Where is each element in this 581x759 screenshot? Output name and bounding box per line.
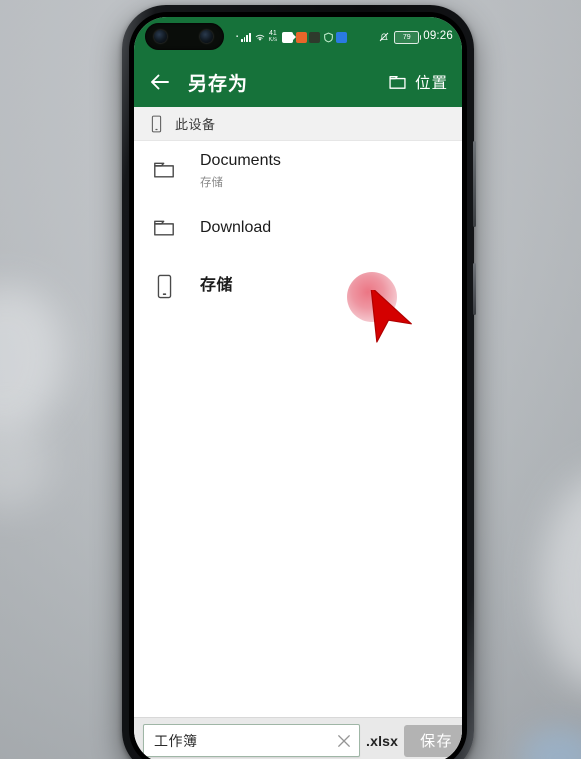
page-title: 另存为 [188, 73, 249, 95]
list-item-text: Documents 存储 [200, 151, 281, 190]
status-bar-clock: 09:26 [423, 30, 453, 43]
status-bar-right-group: 79 09:26 [378, 30, 453, 44]
volume-button[interactable] [473, 141, 476, 227]
save-bar: .xlsx 保存 [134, 717, 462, 759]
section-header-label: 此设备 [175, 117, 216, 132]
phone-device-frame: ▪ 41 K/s 79 09:26 另存为 位置 此设备 Documents 存… [122, 5, 476, 759]
dark-app-icon [309, 31, 321, 43]
front-camera-lens-right [200, 30, 213, 43]
notification-icons-group [282, 31, 348, 43]
list-item-download[interactable]: Download [134, 199, 462, 257]
scene-background: ▪ 41 K/s 79 09:26 另存为 位置 此设备 Documents 存… [0, 0, 581, 759]
section-header-this-device: 此设备 [134, 107, 462, 141]
background-blur-shape-right [540, 470, 581, 690]
save-button[interactable]: 保存 [404, 724, 462, 757]
folder-icon [150, 157, 178, 183]
status-bar-left-group: ▪ 41 K/s [236, 30, 348, 44]
list-item-title: Documents [200, 151, 281, 169]
background-blur-shape-left-2 [0, 420, 50, 510]
blue-app-icon [336, 31, 348, 43]
wifi-icon [255, 34, 264, 41]
location-button-label: 位置 [414, 75, 448, 92]
bell-muted-icon [379, 32, 389, 42]
list-item-storage[interactable]: 存储 [134, 257, 462, 315]
phone-screen: ▪ 41 K/s 79 09:26 另存为 位置 此设备 Documents 存… [134, 17, 462, 759]
power-button[interactable] [473, 263, 476, 315]
background-blur-shape-blue [520, 728, 581, 759]
list-item-subtitle: 存储 [200, 176, 223, 189]
shield-icon [323, 32, 334, 43]
background-blur-shape-left [0, 286, 64, 436]
sim-indicator-icon: ▪ [236, 34, 239, 40]
phone-icon [150, 274, 178, 299]
battery-indicator: 79 [394, 30, 422, 44]
cellular-signal-icon [241, 32, 251, 42]
front-camera-lens-left [154, 30, 167, 43]
folder-icon [150, 215, 178, 241]
list-item-title: Download [200, 219, 272, 236]
list-item-text: 存储 [200, 276, 233, 296]
location-button[interactable]: 位置 [387, 71, 448, 93]
close-x-icon[interactable] [335, 732, 353, 750]
video-camera-icon [282, 31, 297, 43]
file-extension-label: .xlsx [366, 732, 399, 749]
list-item-documents[interactable]: Documents 存储 [134, 141, 462, 199]
file-list: Documents 存储 Download 存储 [134, 141, 462, 315]
phone-icon [151, 115, 162, 132]
orange-app-icon [295, 31, 307, 43]
network-speed-indicator: 41 K/s [268, 30, 278, 43]
folder-icon [389, 75, 406, 89]
filename-input[interactable] [154, 732, 335, 749]
camera-cutout [145, 23, 224, 50]
filename-field[interactable] [143, 724, 360, 757]
list-item-text: Download [200, 218, 271, 238]
list-item-title: 存储 [200, 277, 234, 294]
back-arrow-icon[interactable] [148, 70, 172, 94]
app-bar: 另存为 位置 [134, 57, 462, 107]
status-bar: ▪ 41 K/s 79 09:26 [134, 17, 462, 57]
